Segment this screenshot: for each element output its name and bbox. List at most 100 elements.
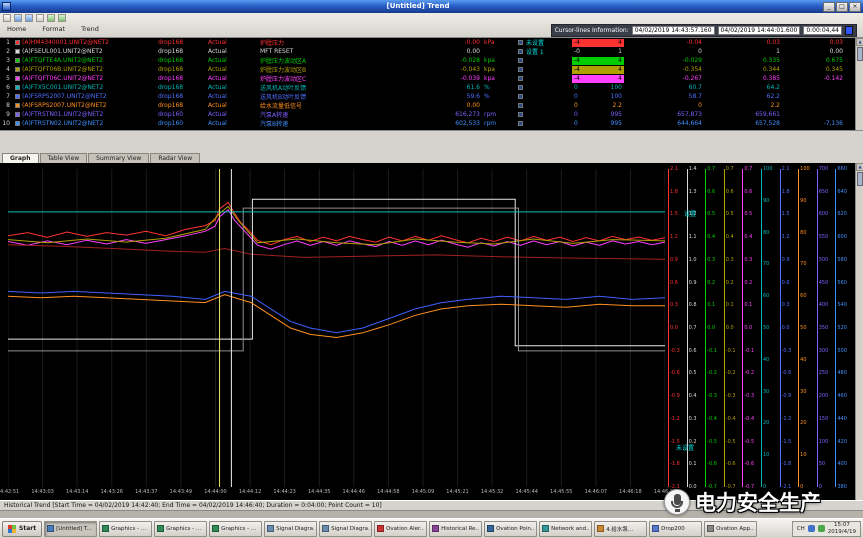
cursor1-value: 657,873 bbox=[624, 111, 702, 118]
point-mode: Actual bbox=[208, 66, 260, 73]
table-row[interactable]: 1(A)HM4340001.UNIT2@NET2drop168Actual炉膛压… bbox=[0, 38, 863, 47]
scale-range[interactable]: -44 bbox=[572, 66, 624, 74]
table-splitter[interactable] bbox=[0, 130, 863, 152]
taskbar-button[interactable]: [Untitled] T... bbox=[44, 521, 97, 537]
scale-range[interactable]: 0995 bbox=[572, 120, 624, 128]
y-tick-label: 500 bbox=[837, 348, 847, 354]
copy-icon[interactable] bbox=[47, 14, 55, 22]
start-button[interactable]: Start bbox=[2, 521, 42, 537]
table-row[interactable]: 3(A)FTQFTE4A.UNIT2@NET2drop168Actual炉膛压力… bbox=[0, 56, 863, 65]
taskbar-button[interactable]: Ovation App... bbox=[704, 521, 757, 537]
limit-checkbox[interactable] bbox=[518, 94, 523, 99]
cursor2-timestamp[interactable]: 04/02/2019 14:44:01.600 bbox=[718, 26, 801, 35]
cursor1-value: 58.7 bbox=[624, 93, 702, 100]
taskbar-button[interactable]: Graphics - ... bbox=[209, 521, 262, 537]
scroll-up-icon[interactable]: ▲ bbox=[856, 163, 863, 171]
scale-range[interactable]: -44 bbox=[572, 57, 624, 65]
trend-chart[interactable]: 14:42:5114:43:0314:43:1414:43:2614:43:37… bbox=[0, 163, 863, 500]
row-visibility-checkbox[interactable] bbox=[15, 49, 20, 54]
table-row[interactable]: 10(A)FTRSTN02.UNIT2@NET2drop160Actual汽泵B… bbox=[0, 119, 863, 128]
limit-checkbox[interactable] bbox=[518, 85, 523, 90]
menu-home[interactable]: Home bbox=[5, 25, 28, 33]
taskbar-button[interactable]: Ovation Poin... bbox=[484, 521, 537, 537]
y-tick-label: 80 bbox=[800, 230, 806, 236]
table-row[interactable]: 5(A)FTQFT06C.UNIT2@NET2drop168Actual炉膛压力… bbox=[0, 74, 863, 83]
taskbar-button[interactable]: Signal Diagra... bbox=[264, 521, 317, 537]
new-file-icon[interactable] bbox=[3, 14, 11, 22]
table-row[interactable]: 8(A)FSRPS2007.UNIT2@NET2drop168Actual给水流… bbox=[0, 101, 863, 110]
point-description: 炉膛压力波动区B bbox=[260, 65, 418, 74]
tab-summary-view[interactable]: Summary View bbox=[88, 153, 149, 163]
y-tick-label: -0.3 bbox=[707, 393, 717, 399]
y-tick-label: 0.4 bbox=[689, 393, 697, 399]
limit-checkbox[interactable] bbox=[518, 76, 523, 81]
taskbar-button[interactable]: Graphics - ... bbox=[99, 521, 152, 537]
chart-icon[interactable] bbox=[58, 14, 66, 22]
row-visibility-checkbox[interactable] bbox=[15, 112, 20, 117]
table-row[interactable]: 2(A)FSEUL001.UNIT2@NET2drop168ActualMFT … bbox=[0, 47, 863, 56]
network-tray-icon[interactable] bbox=[808, 525, 815, 532]
menu-format[interactable]: Format bbox=[40, 25, 67, 33]
scale-range[interactable]: 0100 bbox=[572, 93, 624, 101]
limit-checkbox[interactable] bbox=[518, 58, 523, 63]
open-icon[interactable] bbox=[14, 14, 22, 22]
taskbar-button[interactable]: Historical Re... bbox=[429, 521, 482, 537]
chart-vscroll[interactable]: ▲ bbox=[855, 163, 863, 500]
scale-range[interactable]: -01 bbox=[572, 48, 624, 56]
table-row[interactable]: 7(A)FSRP52007.UNIT2@NET2drop168Actual送风机… bbox=[0, 92, 863, 101]
limit-checkbox[interactable] bbox=[518, 40, 523, 45]
volume-tray-icon[interactable] bbox=[818, 525, 825, 532]
maximize-button[interactable]: □ bbox=[836, 2, 848, 12]
limit-checkbox-cell bbox=[514, 121, 526, 126]
input-language-indicator[interactable]: CH bbox=[797, 526, 805, 532]
y-tick-label: 20 bbox=[800, 420, 806, 426]
taskbar-button[interactable]: Signal Diagra... bbox=[319, 521, 372, 537]
row-visibility-checkbox[interactable] bbox=[15, 40, 20, 45]
cursor1-timestamp[interactable]: 04/02/2019 14:43:57.160 bbox=[632, 26, 715, 35]
menu-trend[interactable]: Trend bbox=[79, 25, 101, 33]
limit-checkbox[interactable] bbox=[518, 103, 523, 108]
scroll-up-icon[interactable]: ▲ bbox=[856, 38, 863, 46]
minimize-button[interactable]: _ bbox=[823, 2, 835, 12]
table-vscroll[interactable]: ▲ bbox=[855, 38, 863, 130]
tab-radar-view[interactable]: Radar View bbox=[150, 153, 200, 163]
taskbar-clock[interactable]: 15:07 2019/4/19 bbox=[828, 522, 856, 535]
scale-range[interactable]: -44 bbox=[572, 75, 624, 83]
taskbar-button[interactable]: Drop200 bbox=[649, 521, 702, 537]
limit-checkbox[interactable] bbox=[518, 121, 523, 126]
row-visibility-checkbox[interactable] bbox=[15, 76, 20, 81]
tab-graph[interactable]: Graph bbox=[2, 153, 39, 163]
save-icon[interactable] bbox=[25, 14, 33, 22]
taskbar-button[interactable]: 4.给水泵... bbox=[594, 521, 647, 537]
taskbar-button[interactable]: Network and... bbox=[539, 521, 592, 537]
taskbar-button[interactable]: Ovation Aler... bbox=[374, 521, 427, 537]
scale-range[interactable]: 0100 bbox=[572, 84, 624, 92]
row-visibility-checkbox[interactable] bbox=[15, 121, 20, 126]
start-label: Start bbox=[19, 525, 36, 532]
scroll-thumb[interactable] bbox=[857, 172, 863, 186]
row-visibility-checkbox[interactable] bbox=[15, 94, 20, 99]
scroll-thumb[interactable] bbox=[857, 47, 863, 61]
row-visibility-checkbox[interactable] bbox=[15, 103, 20, 108]
row-visibility-checkbox[interactable] bbox=[15, 58, 20, 63]
scale-range[interactable]: 02.2 bbox=[572, 102, 624, 110]
limit-checkbox[interactable] bbox=[518, 49, 523, 54]
table-row[interactable]: 4(A)FTQFT06B.UNIT2@NET2drop168Actual炉膛压力… bbox=[0, 65, 863, 74]
scale-range[interactable]: -44 bbox=[572, 39, 624, 47]
drop-name: drop168 bbox=[158, 102, 208, 109]
y-tick-label: 1.5 bbox=[670, 211, 678, 217]
row-visibility-checkbox[interactable] bbox=[15, 85, 20, 90]
limit-checkbox[interactable] bbox=[518, 112, 523, 117]
tab-table-view[interactable]: Table View bbox=[40, 153, 88, 163]
table-row[interactable]: 6(A)FTX5C001.UNIT2@NET2drop168Actual送风机A… bbox=[0, 83, 863, 92]
taskbar-button[interactable]: Graphics - ... bbox=[154, 521, 207, 537]
table-row[interactable]: 9(A)FTRSTN01.UNIT2@NET2drop160Actual汽泵A转… bbox=[0, 110, 863, 119]
scale-range[interactable]: 0995 bbox=[572, 111, 624, 119]
row-visibility-checkbox[interactable] bbox=[15, 67, 20, 72]
close-button[interactable]: × bbox=[849, 2, 861, 12]
point-description: 送风机B动叶反馈 bbox=[260, 92, 418, 101]
print-icon[interactable] bbox=[36, 14, 44, 22]
cursor-bar-handle[interactable] bbox=[845, 26, 853, 35]
plot-canvas[interactable] bbox=[8, 169, 665, 487]
limit-checkbox[interactable] bbox=[518, 67, 523, 72]
